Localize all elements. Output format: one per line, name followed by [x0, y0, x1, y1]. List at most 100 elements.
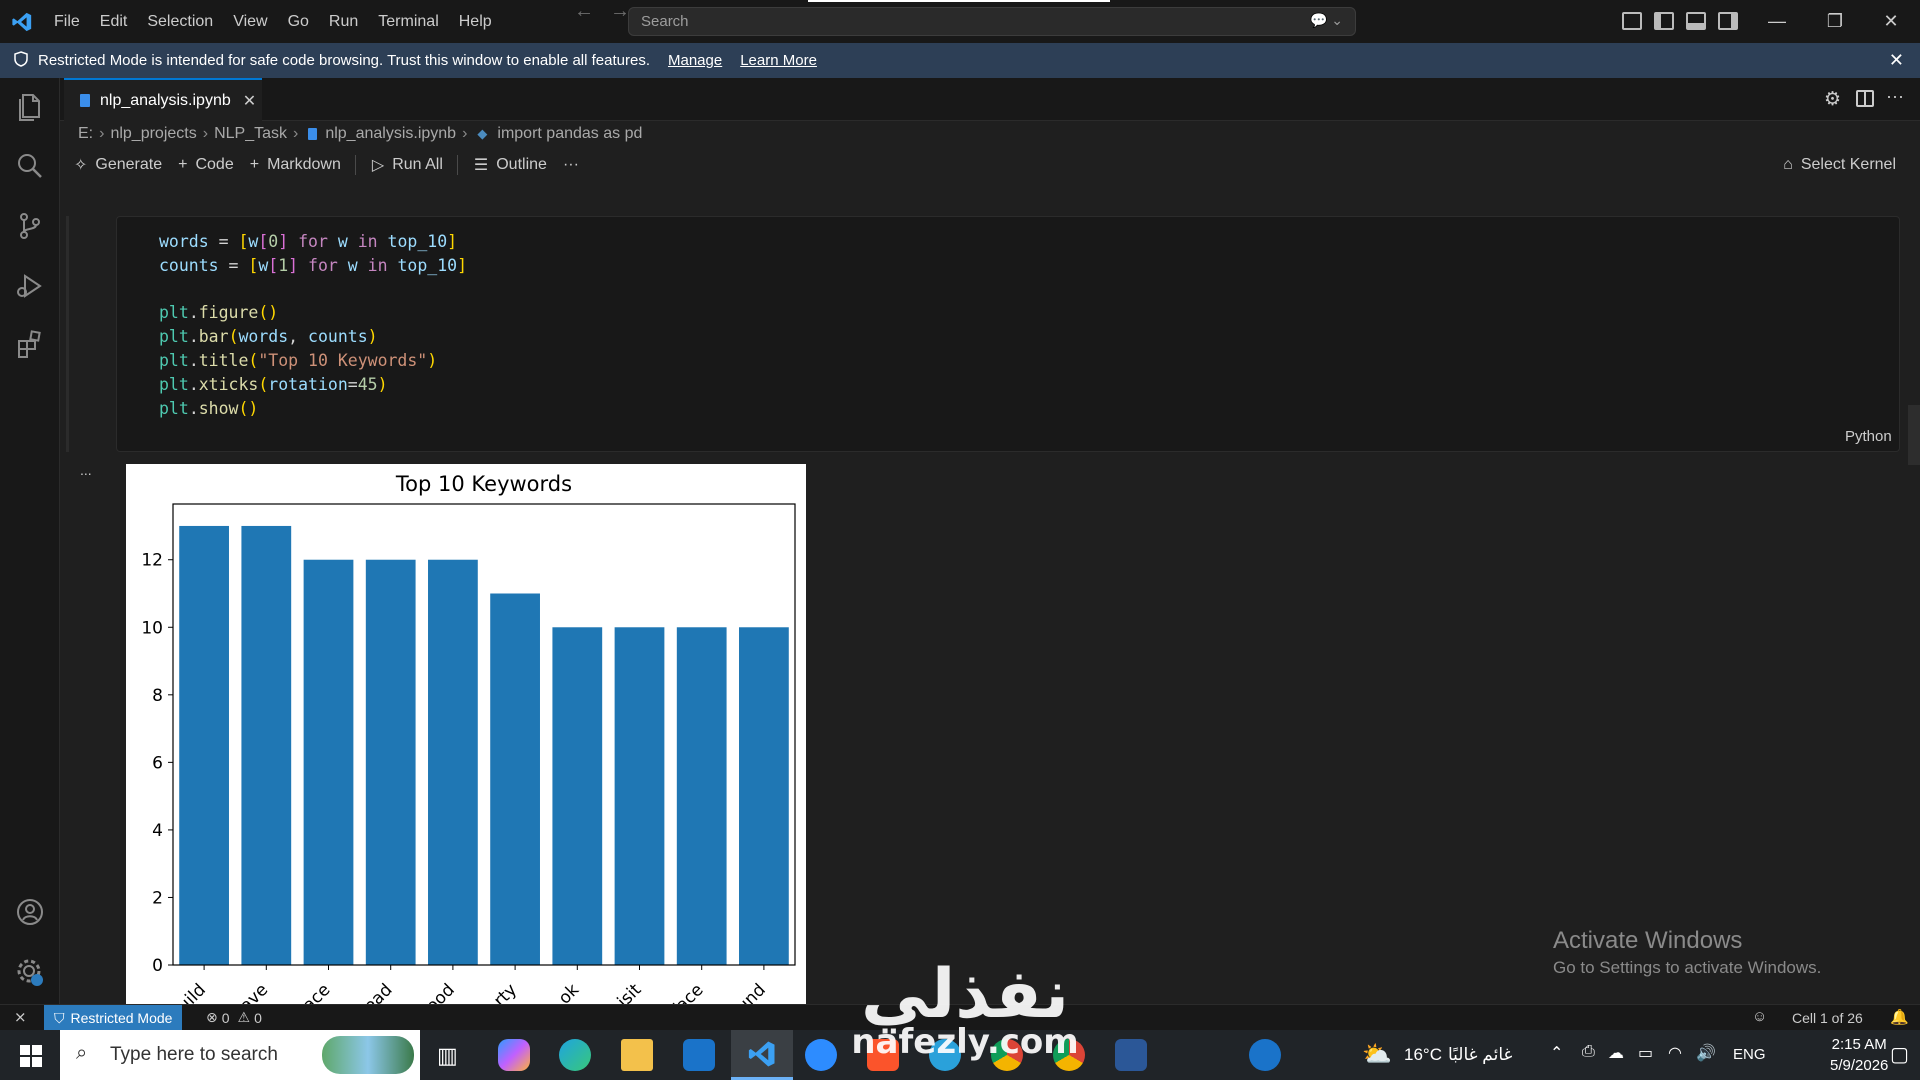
toolbar-divider	[456, 155, 458, 175]
editor-scrollbar[interactable]	[1908, 405, 1920, 465]
close-banner-icon[interactable]: ✕	[1889, 50, 1904, 71]
telegram-icon[interactable]	[929, 1039, 961, 1071]
add-markdown-cell-button[interactable]: + Markdown	[250, 156, 341, 174]
word-app-icon[interactable]	[1115, 1039, 1147, 1071]
toggle-panel-icon[interactable]	[1686, 12, 1706, 30]
volume-icon[interactable]: 🔊	[1696, 1043, 1716, 1063]
forward-arrow-icon[interactable]: →	[610, 0, 630, 23]
menu-go[interactable]: Go	[278, 0, 319, 43]
chrome-icon-1[interactable]	[991, 1039, 1023, 1071]
activate-subtitle: Go to Settings to activate Windows.	[1553, 958, 1822, 977]
weather-icon[interactable]: ⛅	[1362, 1040, 1392, 1069]
edge-browser-icon[interactable]	[559, 1039, 591, 1071]
editor-tab-bar: nlp_analysis.ipynb ✕ ⚙ ···	[60, 78, 1920, 121]
input-language[interactable]: ENG	[1733, 1046, 1766, 1063]
more-actions-icon[interactable]: ···	[1886, 86, 1904, 107]
toggle-primary-sidebar-icon[interactable]	[1654, 12, 1674, 30]
run-all-button[interactable]: ▷ Run All	[372, 155, 443, 175]
tab-nlp-analysis[interactable]: nlp_analysis.ipynb ✕	[64, 78, 262, 121]
outlook-icon[interactable]	[683, 1039, 715, 1071]
battery-icon[interactable]: ▭	[1638, 1043, 1653, 1063]
breadcrumb-file[interactable]: nlp_analysis.ipynb	[325, 125, 456, 143]
manage-gear-icon[interactable]	[14, 956, 46, 988]
copilot-icon[interactable]: ☺	[1752, 1008, 1767, 1025]
copilot-chat-icon[interactable]: 💬 ⌄	[1310, 12, 1343, 29]
extensions-icon[interactable]	[14, 328, 46, 360]
add-code-cell-button[interactable]: + Code	[178, 156, 234, 174]
task-view-icon[interactable]: ▥	[437, 1043, 458, 1069]
run-debug-icon[interactable]	[14, 270, 46, 302]
chrome-icon-2[interactable]	[1053, 1039, 1085, 1071]
problems-indicator[interactable]: ⊗ 0 ⚠ 0	[206, 1009, 262, 1026]
file-explorer-icon[interactable]	[621, 1039, 653, 1071]
close-tab-icon[interactable]: ✕	[243, 91, 256, 111]
cell-language-label[interactable]: Python	[1845, 428, 1892, 445]
menu-file[interactable]: File	[44, 0, 90, 43]
command-search-input[interactable]: Search 💬 ⌄	[628, 7, 1356, 36]
taskbar-search-box[interactable]: ⌕ Type here to search	[60, 1030, 420, 1080]
shield-icon	[14, 50, 28, 71]
output-menu-button[interactable]: ...	[80, 462, 92, 478]
breadcrumb-drive[interactable]: E:	[78, 125, 93, 143]
brave-browser-icon[interactable]	[867, 1039, 899, 1071]
outline-button[interactable]: ☰ Outline	[474, 155, 547, 175]
restore-icon[interactable]: ❐	[1806, 0, 1864, 43]
weather-desc: غائم غالبًا	[1448, 1045, 1513, 1064]
menu-run[interactable]: Run	[319, 0, 368, 43]
bar-ead	[365, 559, 416, 965]
weather-temp[interactable]: 16°C	[1404, 1045, 1442, 1065]
menu-view[interactable]: View	[223, 0, 277, 43]
select-kernel-button[interactable]: ⌂ Select Kernel	[1783, 156, 1896, 174]
generate-button[interactable]: ✧ Generate	[74, 155, 162, 175]
customize-layout-icon[interactable]	[1622, 12, 1642, 30]
notebook-file-icon	[80, 94, 90, 107]
explorer-icon[interactable]	[14, 90, 46, 122]
menu-help[interactable]: Help	[449, 0, 502, 43]
accounts-icon[interactable]	[14, 896, 46, 928]
manage-link[interactable]: Manage	[668, 52, 722, 69]
breadcrumb-folder-nlp-projects[interactable]: nlp_projects	[110, 125, 196, 143]
split-editor-icon[interactable]	[1856, 90, 1874, 107]
shield-icon: ⛉	[54, 1009, 65, 1026]
search-icon[interactable]	[14, 150, 46, 182]
run-all-label: Run All	[392, 156, 443, 173]
toggle-secondary-sidebar-icon[interactable]	[1718, 12, 1738, 30]
remote-indicator-icon[interactable]: ⨯	[14, 1008, 27, 1026]
breadcrumb-symbol[interactable]: import pandas as pd	[497, 125, 642, 143]
tray-onedrive-icon[interactable]: ☁	[1608, 1043, 1624, 1063]
tray-overflow-icon[interactable]: ⌃	[1550, 1043, 1563, 1063]
restricted-mode-status[interactable]: ⛉ Restricted Mode	[44, 1005, 183, 1031]
tray-device-icon[interactable]: ⎙	[1582, 1043, 1595, 1061]
notification-center-icon[interactable]: ▢	[1890, 1042, 1909, 1067]
code-editor[interactable]: words = [w[0] for w in top_10] counts = …	[159, 230, 467, 420]
x-tick-label: uild	[174, 980, 210, 1004]
menu-selection[interactable]: Selection	[137, 0, 223, 43]
bar-chart-svg: Top 10 Keywords uild ave ace ead ood rty ok isit…	[141, 472, 796, 1004]
copilot-app-icon[interactable]	[498, 1039, 530, 1071]
notebook-settings-gear-icon[interactable]: ⚙	[1824, 88, 1841, 111]
windows-start-icon[interactable]	[20, 1045, 42, 1067]
back-arrow-icon[interactable]: ←	[574, 0, 594, 23]
learn-more-link[interactable]: Learn More	[740, 52, 817, 69]
help-app-icon[interactable]	[1249, 1039, 1281, 1071]
markdown-label: Markdown	[267, 156, 341, 173]
breadcrumb-chevron-icon: ›	[99, 125, 105, 142]
bar-uild	[179, 525, 229, 965]
menu-edit[interactable]: Edit	[90, 0, 138, 43]
notifications-bell-icon[interactable]: 🔔	[1890, 1008, 1909, 1026]
warning-count: 0	[254, 1009, 262, 1026]
minimize-icon[interactable]: —	[1748, 0, 1806, 43]
source-control-icon[interactable]	[14, 210, 46, 242]
banner-message: Restricted Mode is intended for safe cod…	[38, 52, 650, 69]
close-window-icon[interactable]: ✕	[1862, 0, 1920, 43]
bar-und	[739, 627, 789, 965]
cell-position[interactable]: Cell 1 of 26	[1792, 1010, 1863, 1026]
search-highlight-image	[322, 1036, 414, 1074]
vscode-taskbar-active[interactable]	[731, 1030, 793, 1080]
toolbar-more-button[interactable]: ···	[563, 156, 579, 174]
wifi-icon[interactable]: ◠	[1668, 1043, 1682, 1063]
menu-terminal[interactable]: Terminal	[368, 0, 448, 43]
tray-clock[interactable]: 2:15 AM 5/9/2026	[1830, 1034, 1888, 1076]
zoom-app-icon[interactable]	[805, 1039, 837, 1071]
breadcrumb-folder-nlp-task[interactable]: NLP_Task	[214, 125, 287, 143]
